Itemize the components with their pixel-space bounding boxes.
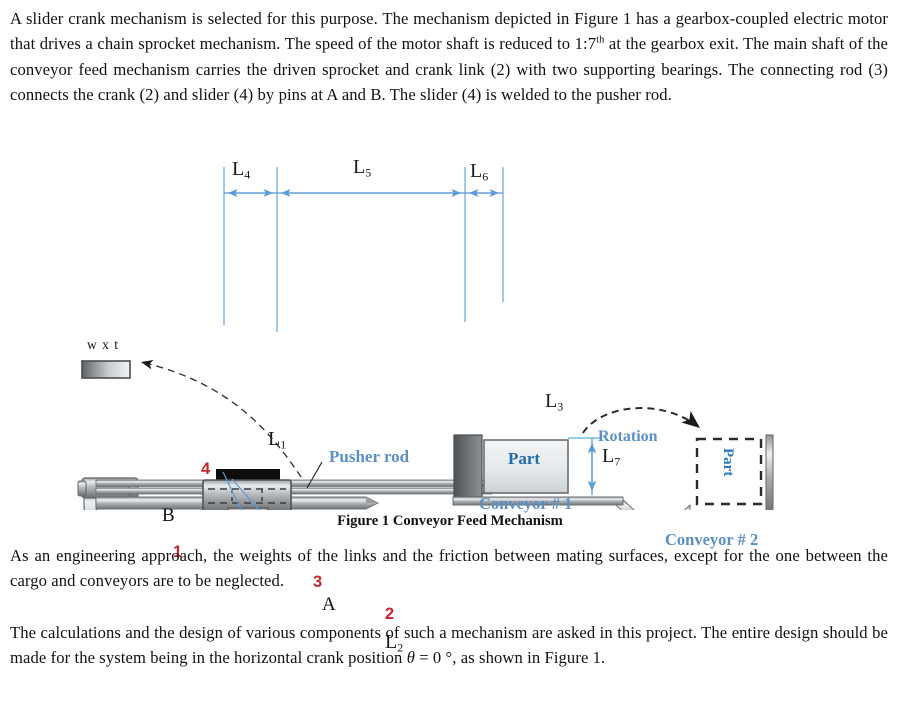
rotation-arc-arrow xyxy=(582,407,701,434)
calc-text-b: = 0 °, as shown in Figure 1. xyxy=(414,648,606,668)
dimension-l7 xyxy=(568,437,600,495)
section-bar-w-x-t xyxy=(81,360,131,379)
intro-paragraph: A slider crank mechanism is selected for… xyxy=(10,6,888,108)
conveyor-2 xyxy=(683,434,774,510)
dimension-extension-lines xyxy=(223,167,504,332)
document-page: A slider crank mechanism is selected for… xyxy=(0,0,900,725)
theta-symbol: θ xyxy=(406,648,415,668)
section-leader-arc xyxy=(140,359,309,488)
conveyor-1 xyxy=(452,434,635,510)
approach-paragraph: As an engineering approach, the weights … xyxy=(10,546,888,591)
slider-block-link-4 xyxy=(202,469,292,510)
guide-rails xyxy=(95,479,501,510)
joint-label-a: A xyxy=(322,594,336,615)
figure-1-conveyor-feed-mechanism: w x t L4 L5 L6 L3 L7 L1 L2 B A 4 1 3 2 P… xyxy=(0,150,900,653)
calculations-paragraph: The calculations and the design of vario… xyxy=(10,620,888,671)
figure-caption: Figure 1 Conveyor Feed Mechanism xyxy=(337,513,563,529)
